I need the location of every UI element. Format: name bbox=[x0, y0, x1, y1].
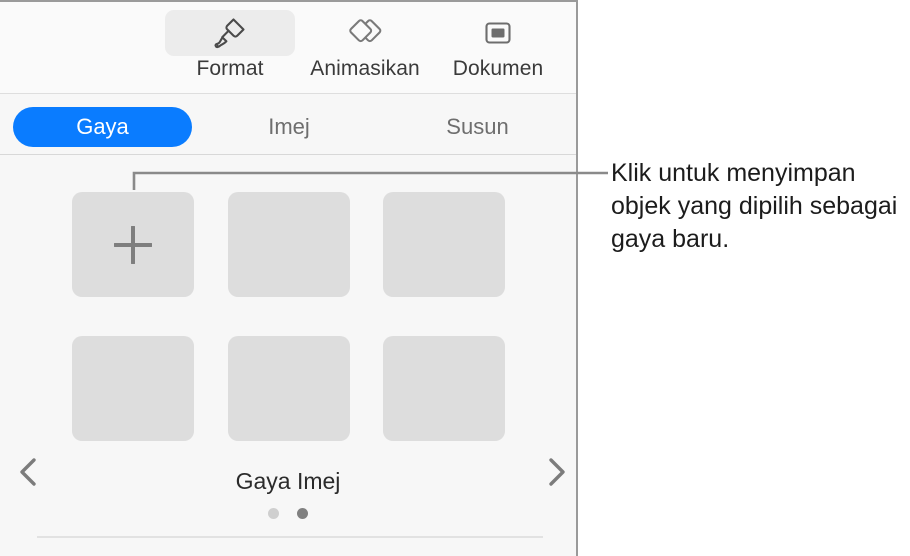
tab-imej[interactable]: Imej bbox=[229, 107, 349, 147]
page-dot-2-active[interactable] bbox=[297, 508, 308, 519]
style-swatch-empty[interactable] bbox=[383, 192, 505, 297]
style-swatch-empty[interactable] bbox=[228, 192, 350, 297]
inspector-toolbar: Format Animasikan Dokumen bbox=[0, 2, 576, 94]
style-grid-footer: Gaya Imej bbox=[0, 468, 576, 530]
toolbar-label-format: Format bbox=[196, 57, 264, 80]
toolbar-label-document: Dokumen bbox=[452, 57, 544, 80]
tab-susun[interactable]: Susun bbox=[405, 107, 550, 147]
document-rect-icon bbox=[433, 10, 563, 56]
toolbar-button-animate[interactable]: Animasikan bbox=[299, 10, 431, 86]
page-dot-1[interactable] bbox=[268, 508, 279, 519]
footer-divider bbox=[37, 536, 543, 538]
add-style-button[interactable] bbox=[72, 192, 194, 297]
style-grid bbox=[0, 156, 576, 486]
toolbar-label-animate: Animasikan bbox=[310, 57, 420, 80]
tab-gaya[interactable]: Gaya bbox=[13, 107, 192, 147]
toolbar-button-document[interactable]: Dokumen bbox=[432, 10, 564, 86]
page-dots bbox=[0, 508, 576, 519]
style-grid-caption: Gaya Imej bbox=[235, 468, 341, 494]
toolbar-button-format[interactable]: Format bbox=[164, 10, 296, 86]
plus-icon bbox=[114, 225, 152, 264]
format-inspector-panel: Format Animasikan Dokumen Gaya Imej Susu… bbox=[0, 0, 578, 556]
animate-diamonds-icon bbox=[300, 10, 430, 56]
style-swatch-empty[interactable] bbox=[383, 336, 505, 441]
style-swatch-empty[interactable] bbox=[72, 336, 194, 441]
callout-text: Klik untuk menyimpan objek yang dipilih … bbox=[611, 159, 898, 253]
inspector-tab-row: Gaya Imej Susun bbox=[0, 95, 576, 237]
style-swatch-empty[interactable] bbox=[228, 336, 350, 441]
paintbrush-icon bbox=[165, 10, 295, 56]
